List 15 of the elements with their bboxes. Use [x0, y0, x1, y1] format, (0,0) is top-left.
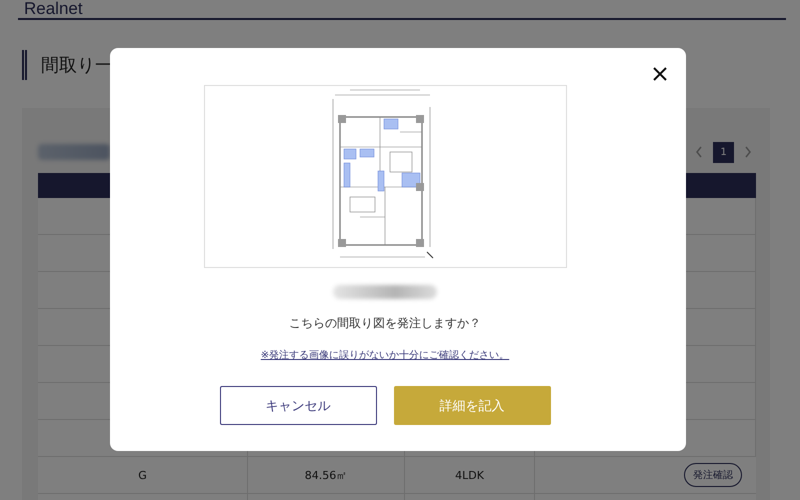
table-cell: 4LDK [455, 468, 484, 482]
heading-accent-bar [22, 50, 27, 80]
chevron-right-icon[interactable] [744, 146, 752, 158]
blurred-text [38, 144, 110, 160]
enter-details-button[interactable]: 詳細を記入 [394, 386, 550, 425]
order-confirm-button[interactable]: 発注確認 [684, 463, 742, 487]
confirm-question: こちらの間取り図を発注しますか？ [289, 315, 481, 332]
page-number-button[interactable]: 1 [713, 142, 734, 162]
close-icon[interactable] [653, 67, 667, 81]
chevron-left-icon[interactable] [695, 146, 703, 158]
table-cell: 84.56㎡ [304, 468, 348, 482]
table-cell: G [138, 468, 147, 482]
cancel-button[interactable]: キャンセル [220, 386, 376, 425]
logo-text: Realnet [24, 0, 84, 18]
note-link[interactable]: ※発注する画像に誤りがないか十分にご確認ください。 [260, 348, 510, 362]
